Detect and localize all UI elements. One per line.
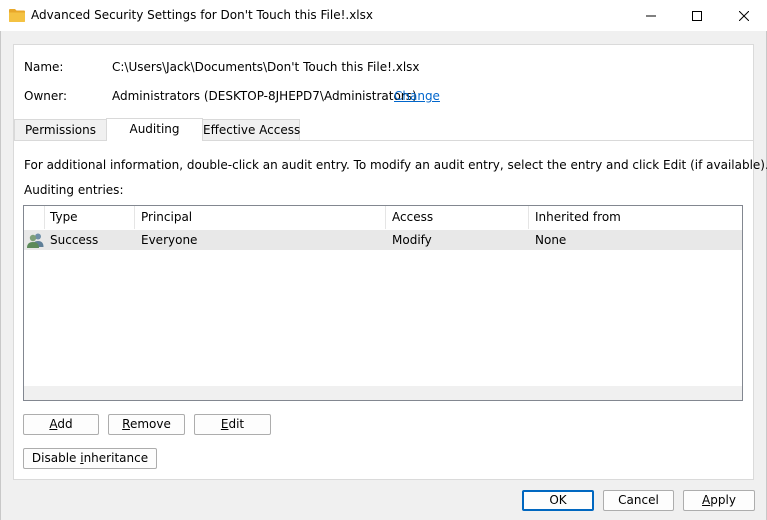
table-row[interactable]: Success Everyone Modify None <box>24 230 742 250</box>
disable-label-suffix: nheritance <box>83 451 149 465</box>
auditing-entries-label: Auditing entries: <box>24 183 124 197</box>
tab-effective-access[interactable]: Effective Access <box>202 119 300 140</box>
instructions-text: For additional information, double-click… <box>24 158 767 172</box>
change-owner-link[interactable]: Change <box>394 89 440 103</box>
title-bar: Advanced Security Settings for Don't Tou… <box>0 0 767 31</box>
remove-mnemonic: R <box>122 417 130 431</box>
users-icon <box>27 233 44 248</box>
name-value: C:\Users\Jack\Documents\Don't Touch this… <box>112 60 420 74</box>
maximize-button[interactable] <box>674 0 720 31</box>
column-principal[interactable]: Principal <box>135 206 386 229</box>
edit-label-suffix: dit <box>228 417 245 431</box>
apply-button[interactable]: Apply <box>683 490 755 511</box>
entry-type: Success <box>50 233 99 247</box>
list-header: Type Principal Access Inherited from <box>24 206 742 229</box>
maximize-icon <box>692 10 702 21</box>
ok-button[interactable]: OK <box>522 490 594 511</box>
minimize-button[interactable] <box>628 0 674 31</box>
remove-label-suffix: emove <box>129 417 171 431</box>
disable-label-prefix: Disable <box>31 451 81 465</box>
edit-button[interactable]: Edit <box>194 414 271 435</box>
entry-inherited-from: None <box>535 233 567 247</box>
close-button[interactable] <box>721 0 767 31</box>
owner-value: Administrators (DESKTOP-8JHEPD7\Administ… <box>112 89 417 103</box>
entry-access: Modify <box>392 233 432 247</box>
remove-button[interactable]: Remove <box>108 414 185 435</box>
folder-icon <box>9 9 25 22</box>
owner-label: Owner: <box>24 89 68 103</box>
close-icon <box>739 10 749 21</box>
tab-permissions[interactable]: Permissions <box>14 119 107 140</box>
add-button[interactable]: Add <box>23 414 99 435</box>
horizontal-scrollbar[interactable] <box>24 386 742 400</box>
window-border-left <box>0 31 1 520</box>
name-label: Name: <box>24 60 64 74</box>
add-label-suffix: dd <box>57 417 73 431</box>
cancel-button[interactable]: Cancel <box>603 490 674 511</box>
window-title: Advanced Security Settings for Don't Tou… <box>31 8 373 22</box>
entry-principal: Everyone <box>141 233 198 247</box>
apply-label-suffix: pply <box>710 493 736 507</box>
column-inherited-from[interactable]: Inherited from <box>529 206 742 229</box>
minimize-icon <box>646 15 656 16</box>
auditing-entries-list[interactable]: Type Principal Access Inherited from Suc… <box>23 205 743 401</box>
column-access[interactable]: Access <box>386 206 529 229</box>
column-separator[interactable] <box>44 206 45 229</box>
tab-auditing[interactable]: Auditing <box>106 118 203 141</box>
column-type[interactable]: Type <box>44 206 135 229</box>
disable-inheritance-button[interactable]: Disable inheritance <box>23 448 157 469</box>
